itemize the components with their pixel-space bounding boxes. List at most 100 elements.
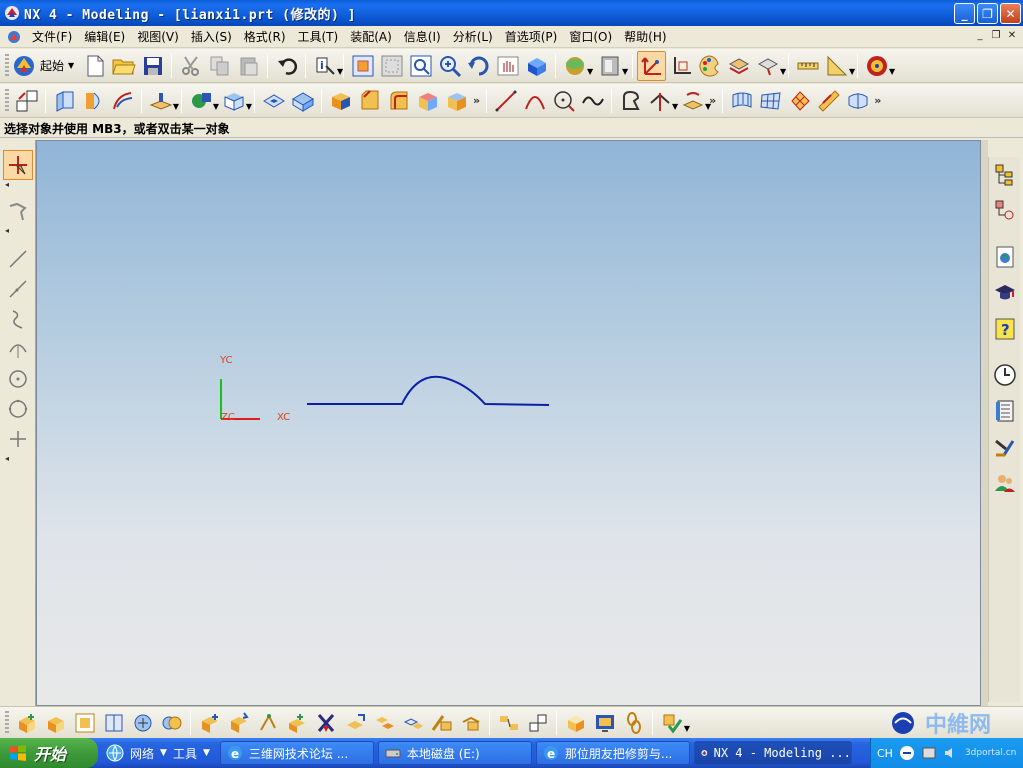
component-array-button[interactable] <box>70 708 99 738</box>
component-new-button[interactable] <box>41 708 70 738</box>
taskbar-item-reply[interactable]: e 那位朋友把修剪与... <box>535 741 690 765</box>
arc-button[interactable] <box>520 86 549 116</box>
spline-button[interactable] <box>578 86 607 116</box>
menu-tools[interactable]: 工具(T) <box>294 28 347 45</box>
revolve-button[interactable] <box>79 86 108 116</box>
minimize-button[interactable]: _ <box>954 3 975 24</box>
menu-preferences[interactable]: 首选项(P) <box>501 28 566 45</box>
rotate-button[interactable] <box>464 51 493 81</box>
toolbar-overflow-chevron-3[interactable]: » <box>874 94 881 107</box>
ime-icon[interactable] <box>899 745 915 761</box>
variant-button[interactable] <box>456 708 485 738</box>
volume-icon[interactable] <box>943 745 959 761</box>
profile-curve[interactable] <box>307 375 550 406</box>
menu-assemblies[interactable]: 装配(A) <box>346 28 400 45</box>
sketch-circle-3pt-button[interactable] <box>3 394 33 424</box>
layer-settings-button[interactable] <box>724 51 753 81</box>
menu-help[interactable]: 帮助(H) <box>620 28 674 45</box>
selection-filter-button[interactable]: i ▼ <box>310 51 343 81</box>
undo-button[interactable] <box>272 51 301 81</box>
nx-app-icon[interactable] <box>4 5 20 21</box>
roles-tab[interactable] <box>991 469 1019 497</box>
boolean-button[interactable]: ▼ <box>219 86 252 116</box>
project-curve-button[interactable]: ▼ <box>678 86 711 116</box>
input-language[interactable]: CH <box>877 747 893 760</box>
display-product-button[interactable] <box>590 708 619 738</box>
palette-tab[interactable] <box>991 397 1019 425</box>
trim-curve-button[interactable]: ▼ <box>645 86 678 116</box>
taskbar-item-local-disk[interactable]: 本地磁盘 (E:) <box>377 741 532 765</box>
doc-restore-button[interactable]: ❐ <box>989 30 1003 43</box>
replace-component-button[interactable] <box>523 708 552 738</box>
primitive-button[interactable]: ▼ <box>186 86 219 116</box>
wave-link-button[interactable] <box>195 708 224 738</box>
web-browser-tab[interactable] <box>991 243 1019 271</box>
reference-set-button[interactable] <box>494 708 523 738</box>
copy-button[interactable] <box>205 51 234 81</box>
swept-surface-button[interactable] <box>814 86 843 116</box>
hole-button[interactable] <box>259 86 288 116</box>
taskbar-item-forum[interactable]: e 三维网技术论坛 ... <box>219 741 374 765</box>
tools-toolbar-label[interactable]: 工具 <box>173 745 197 762</box>
start-menu-button[interactable]: 起始 ▼ <box>12 54 80 78</box>
chamfer-button[interactable] <box>355 86 384 116</box>
component-add-button[interactable] <box>12 708 41 738</box>
document-icon[interactable] <box>6 29 22 45</box>
select-filter-button[interactable] <box>3 150 33 180</box>
taskbar-item-nx[interactable]: NX 4 - Modeling ... <box>693 741 852 765</box>
new-file-button[interactable] <box>80 51 109 81</box>
smart-object-button[interactable] <box>253 708 282 738</box>
sequence-button[interactable] <box>398 708 427 738</box>
zoom-in-out-button[interactable] <box>435 51 464 81</box>
doc-close-button[interactable]: ✕ <box>1005 30 1019 43</box>
toolbar-grip[interactable] <box>5 53 9 78</box>
menu-format[interactable]: 格式(R) <box>240 28 294 45</box>
cut-button[interactable] <box>176 51 205 81</box>
add-existing-button[interactable] <box>282 708 311 738</box>
fit-view-button[interactable] <box>348 51 377 81</box>
snap-point-button[interactable] <box>3 196 33 226</box>
part-navigator-tab[interactable] <box>991 197 1019 225</box>
training-tab[interactable] <box>991 279 1019 307</box>
measure-distance-button[interactable] <box>793 51 822 81</box>
toolbar-grip-2[interactable] <box>5 88 9 113</box>
sketch-point-button[interactable] <box>3 424 33 454</box>
assembly-navigator-tab[interactable] <box>991 161 1019 189</box>
profile-button[interactable] <box>3 274 33 304</box>
tray-app-icon[interactable] <box>921 745 937 761</box>
help-tab[interactable]: ? <box>991 315 1019 343</box>
offset-face-button[interactable] <box>442 86 471 116</box>
move-component-button[interactable] <box>340 708 369 738</box>
measure-angle-button[interactable]: ▼ <box>822 51 855 81</box>
constraint-button[interactable] <box>311 708 340 738</box>
menu-edit[interactable]: 编辑(E) <box>80 28 133 45</box>
paste-button[interactable] <box>234 51 263 81</box>
check-clearance-button[interactable]: ▼ <box>657 708 690 738</box>
menu-insert[interactable]: 插入(S) <box>187 28 240 45</box>
menu-information[interactable]: 信息(I) <box>400 28 449 45</box>
menu-view[interactable]: 视图(V) <box>133 28 187 45</box>
pan-button[interactable] <box>493 51 522 81</box>
shell-button[interactable] <box>384 86 413 116</box>
menu-window[interactable]: 窗口(O) <box>565 28 620 45</box>
doc-minimize-button[interactable]: _ <box>973 30 987 43</box>
toolbar-overflow-chevron[interactable]: » <box>473 94 480 107</box>
shaded-button[interactable] <box>522 51 551 81</box>
sweep-button[interactable] <box>108 86 137 116</box>
network-toolbar-label[interactable]: 网络 <box>130 745 154 762</box>
menu-file[interactable]: 文件(F) <box>28 28 80 45</box>
sketch-spline-button[interactable] <box>3 304 33 334</box>
sketch-circle-button[interactable] <box>3 364 33 394</box>
open-folder-button[interactable] <box>109 51 138 81</box>
maximize-button[interactable]: ❐ <box>977 3 998 24</box>
mate-button[interactable] <box>157 708 186 738</box>
sketch-line-button[interactable] <box>3 244 33 274</box>
graphics-window[interactable]: YC XC ZC <box>36 140 981 706</box>
through-curve-mesh-button[interactable] <box>785 86 814 116</box>
zoom-window-button[interactable] <box>377 51 406 81</box>
ruled-surface-button[interactable] <box>727 86 756 116</box>
reuse-library-tab[interactable] <box>991 433 1019 461</box>
menu-analysis[interactable]: 分析(L) <box>449 28 501 45</box>
orient-view-button[interactable]: ▼ <box>595 51 628 81</box>
through-curves-button[interactable] <box>756 86 785 116</box>
